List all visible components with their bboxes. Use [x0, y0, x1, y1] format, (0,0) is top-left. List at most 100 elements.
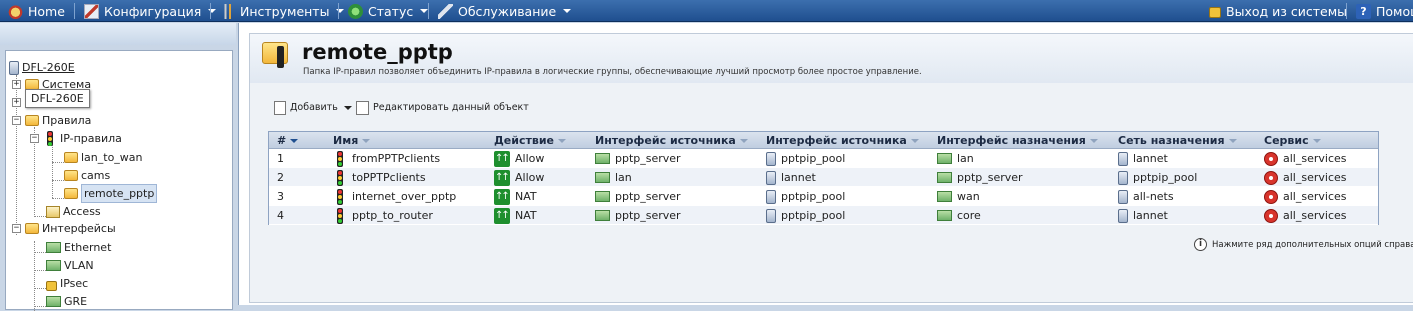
destination-interface[interactable]: core [937, 206, 981, 225]
row-number: 4 [277, 209, 284, 222]
edit-object-button[interactable]: Редактировать данный объект [356, 100, 529, 116]
rule-folder-icon [64, 170, 78, 181]
menu-configuration[interactable]: Конфигурация [84, 0, 217, 22]
sort-icon [1312, 139, 1321, 143]
traffic-light-icon [337, 150, 343, 167]
destination-interface[interactable]: lan [937, 149, 974, 168]
tree-item-gre[interactable]: GRE [46, 293, 87, 310]
address-object-icon [1118, 208, 1128, 223]
help-button[interactable]: ? Помощ [1356, 0, 1413, 22]
tree-item-cams[interactable]: cams [64, 167, 110, 184]
column-service[interactable]: Сервис [1264, 132, 1321, 149]
traffic-light-icon [337, 207, 343, 224]
tree-item-ip-rules[interactable]: IP-правила [43, 130, 122, 147]
column-source-interface[interactable]: Интерфейс источника [595, 132, 748, 149]
menu-tools[interactable]: Инструменты [220, 0, 345, 22]
source-network[interactable]: lannet [766, 168, 816, 187]
rule-name[interactable]: pptp_to_router [333, 206, 433, 225]
add-button-label: Добавить [290, 102, 338, 113]
allow-icon [494, 169, 510, 186]
column-destination-network[interactable]: Сеть назначения [1118, 132, 1237, 149]
ipsec-lock-icon [46, 280, 57, 291]
rule-folder-icon [64, 152, 78, 163]
gre-icon [46, 296, 61, 307]
address-object-icon [766, 208, 776, 223]
table-row[interactable]: 1 fromPPTPclients Allow pptp_server pptp… [269, 149, 1378, 168]
status-icon [348, 3, 363, 19]
destination-network[interactable]: all-nets [1118, 187, 1174, 206]
collapse-interfaces-button[interactable]: − [12, 224, 21, 233]
allow-icon [494, 150, 510, 167]
service-icon [1264, 189, 1278, 204]
table-row[interactable]: 3 internet_over_pptp NAT pptp_server ppt… [269, 187, 1378, 206]
sort-icon [910, 139, 919, 143]
column-source-network[interactable]: Интерфейс источника [766, 132, 919, 149]
rules-table: # Имя Действие Интерфейс источника Интер… [268, 131, 1379, 225]
service[interactable]: all_services [1264, 206, 1347, 225]
edit-icon [356, 101, 369, 115]
tree-item-access[interactable]: Access [46, 203, 101, 220]
sort-icon [1228, 139, 1237, 143]
tree-item-vlan[interactable]: VLAN [46, 257, 94, 274]
column-num[interactable]: # [277, 132, 299, 149]
source-interface[interactable]: pptp_server [595, 206, 681, 225]
expand-system-button[interactable]: + [12, 80, 21, 89]
tree-item-rules[interactable]: Правила [25, 112, 91, 129]
menu-status[interactable]: Статус [348, 0, 429, 22]
access-icon [46, 205, 60, 218]
interface-icon [937, 210, 952, 221]
rule-name[interactable]: internet_over_pptp [333, 187, 456, 206]
address-object-icon [766, 170, 776, 185]
address-object-icon [1118, 170, 1128, 185]
tree-item-interfaces[interactable]: Интерфейсы [25, 220, 116, 237]
destination-network[interactable]: lannet [1118, 149, 1168, 168]
source-network[interactable]: pptpip_pool [766, 149, 845, 168]
edit-object-label: Редактировать данный объект [373, 102, 529, 113]
ethernet-icon [46, 242, 61, 253]
column-action[interactable]: Действие [494, 132, 566, 149]
tree-item-ipsec[interactable]: IPsec [46, 275, 88, 292]
source-interface[interactable]: pptp_server [595, 149, 681, 168]
service[interactable]: all_services [1264, 187, 1347, 206]
expand-hidden-button[interactable]: + [12, 98, 21, 107]
rule-name[interactable]: toPPTPclients [333, 168, 426, 187]
table-row[interactable]: 2 toPPTPclients Allow lan lannet pptp_se… [269, 168, 1378, 187]
device-icon [9, 60, 19, 75]
help-label: Помощ [1376, 3, 1413, 19]
interface-icon [595, 172, 610, 183]
table-row[interactable]: 4 pptp_to_router NAT pptp_server pptpip_… [269, 206, 1378, 225]
tree-item-ethernet[interactable]: Ethernet [46, 239, 111, 256]
source-interface[interactable]: lan [595, 168, 632, 187]
tree-item-remote-pptp[interactable]: remote_pptp [64, 184, 158, 203]
menu-maintenance[interactable]: Обслуживание [438, 0, 572, 22]
destination-interface[interactable]: pptp_server [937, 168, 1023, 187]
tree-item-root[interactable]: DFL-260E [9, 59, 75, 76]
column-destination-interface[interactable]: Интерфейс назначения [937, 132, 1098, 149]
column-name[interactable]: Имя [333, 132, 371, 149]
help-icon: ? [1356, 3, 1371, 19]
destination-interface[interactable]: wan [937, 187, 980, 206]
sort-icon [290, 139, 299, 143]
tree-item-lan-to-wan[interactable]: lan_to_wan [64, 149, 143, 166]
service[interactable]: all_services [1264, 149, 1347, 168]
source-network[interactable]: pptpip_pool [766, 206, 845, 225]
destination-network[interactable]: lannet [1118, 206, 1168, 225]
menu-home[interactable]: Home [8, 0, 65, 22]
source-network[interactable]: pptpip_pool [766, 187, 845, 206]
rule-name[interactable]: fromPPTPclients [333, 149, 440, 168]
nat-icon [494, 207, 510, 224]
source-interface[interactable]: pptp_server [595, 187, 681, 206]
tree-item-interfaces-label: Интерфейсы [42, 222, 116, 235]
collapse-ip-rules-button[interactable]: − [30, 134, 39, 143]
chevron-down-icon [343, 106, 352, 110]
destination-network[interactable]: pptpip_pool [1118, 168, 1197, 187]
service[interactable]: all_services [1264, 168, 1347, 187]
folder-icon [25, 223, 39, 234]
rule-action: Allow [494, 168, 544, 187]
add-button[interactable]: Добавить [274, 100, 352, 116]
collapse-rules-button[interactable]: − [12, 116, 21, 125]
tree-item-rules-label: Правила [42, 114, 92, 127]
tree-item-lan-to-wan-label: lan_to_wan [81, 151, 143, 164]
logout-button[interactable]: Выход из системы [1209, 0, 1347, 22]
pptp-server-icon [595, 153, 610, 164]
